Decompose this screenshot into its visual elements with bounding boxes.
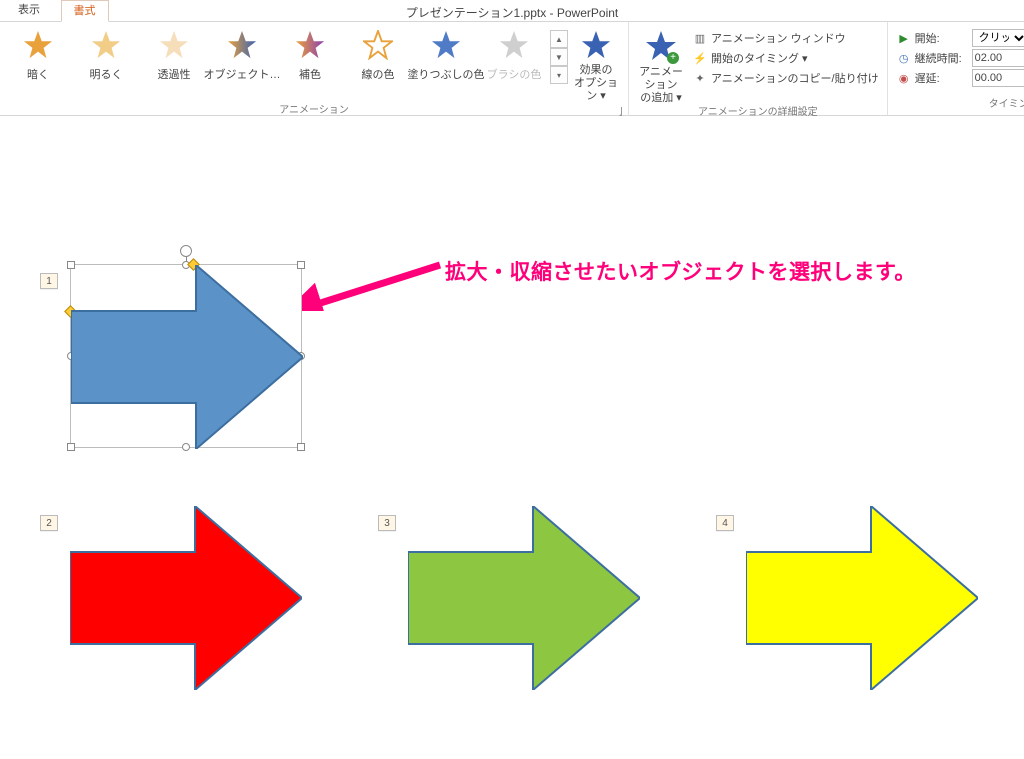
start-label: 開始:: [915, 30, 969, 46]
animation-tag[interactable]: 4: [716, 515, 734, 531]
animation-painter-button[interactable]: ✦ アニメーションのコピー/貼り付け: [689, 68, 883, 88]
gallery-item-complementary[interactable]: 補色: [276, 26, 344, 82]
tab-format[interactable]: 書式: [61, 0, 109, 22]
group-advanced-animation: + アニメーションの追加 ▾ ▥ アニメーション ウィンドウ ⚡ 開始のタイミン…: [629, 22, 888, 115]
gallery-scroll-up[interactable]: ▲: [550, 30, 568, 48]
slide-canvas[interactable]: 1 2 3 4 拡大・収縮させたいオブジェクトを選択します。: [0, 116, 1024, 759]
clock-icon: ◷: [896, 52, 912, 65]
ribbon: 暗く 明るく 透過性 オブジェクト… 補色: [0, 22, 1024, 116]
gallery-item-darken[interactable]: 暗く: [4, 26, 72, 82]
gallery-item-line-color[interactable]: 線の色: [344, 26, 412, 82]
animation-tag[interactable]: 3: [378, 515, 396, 531]
gallery-item-brush-color[interactable]: ブラシの色: [480, 26, 548, 82]
callout-text: 拡大・収縮させたいオブジェクトを選択します。: [445, 256, 916, 286]
animation-tag[interactable]: 1: [40, 273, 58, 289]
callout-arrow-icon: [302, 261, 442, 311]
add-animation-button[interactable]: + アニメーションの追加 ▾: [633, 26, 689, 105]
star-icon: [363, 30, 393, 60]
arrow-shape-green[interactable]: [408, 506, 640, 690]
gallery-scroller: ▲ ▼ ▾: [550, 30, 568, 84]
gallery-item-lighten[interactable]: 明るく: [72, 26, 140, 82]
star-icon: [295, 30, 325, 60]
delay-label: 遅延:: [915, 70, 969, 86]
star-icon: [23, 30, 53, 60]
gallery-scroll-down[interactable]: ▼: [550, 48, 568, 66]
titlebar: 表示 描画ツール 書式 プレゼンテーション1.pptx - PowerPoint: [0, 0, 1024, 22]
animation-gallery: 暗く 明るく 透過性 オブジェクト… 補色: [4, 26, 568, 84]
pane-icon: ▥: [693, 32, 707, 45]
star-icon: [91, 30, 121, 60]
animation-tag[interactable]: 2: [40, 515, 58, 531]
arrow-shape-red[interactable]: [70, 506, 302, 690]
star-icon: [581, 30, 611, 60]
start-select[interactable]: クリック時: [972, 29, 1024, 47]
star-icon: [159, 30, 189, 60]
delay-input[interactable]: 00.00: [972, 69, 1024, 87]
arrow-shape-blue[interactable]: [71, 265, 303, 449]
star-icon: [431, 30, 461, 60]
window-title: プレゼンテーション1.pptx - PowerPoint: [406, 4, 618, 21]
group-animation: 暗く 明るく 透過性 オブジェクト… 補色: [0, 22, 629, 115]
play-icon: ▶: [896, 32, 912, 45]
gallery-item-transparency[interactable]: 透過性: [140, 26, 208, 82]
painter-icon: ✦: [693, 72, 707, 85]
group-timing: ▶ 開始: クリック時 ◷ 継続時間: 02.00 ▲▼ ◉ 遅延: 00.00…: [888, 22, 1024, 115]
tab-row: 表示 描画ツール 書式: [0, 0, 113, 21]
duration-input[interactable]: 02.00: [972, 49, 1024, 67]
lightning-icon: ⚡: [693, 52, 707, 65]
gallery-item-fill-color[interactable]: 塗りつぶしの色: [412, 26, 480, 82]
gallery-more[interactable]: ▾: [550, 66, 568, 84]
group-label-timing: タイミング: [892, 97, 1024, 113]
animation-pane-button[interactable]: ▥ アニメーション ウィンドウ: [689, 28, 883, 48]
tab-view[interactable]: 表示: [10, 0, 48, 21]
selection-box[interactable]: [70, 264, 302, 448]
arrow-shape-yellow[interactable]: [746, 506, 978, 690]
star-icon: [499, 30, 529, 60]
rotate-handle[interactable]: [180, 245, 192, 257]
star-icon: [227, 30, 257, 60]
delay-icon: ◉: [896, 72, 912, 85]
gallery-item-object-color[interactable]: オブジェクト…: [208, 26, 276, 82]
duration-label: 継続時間:: [915, 50, 969, 66]
effect-options-button[interactable]: 効果のオプション ▾: [568, 26, 624, 103]
trigger-button[interactable]: ⚡ 開始のタイミング ▾: [689, 48, 883, 68]
contextual-tab-group: 描画ツール 書式: [56, 0, 113, 21]
